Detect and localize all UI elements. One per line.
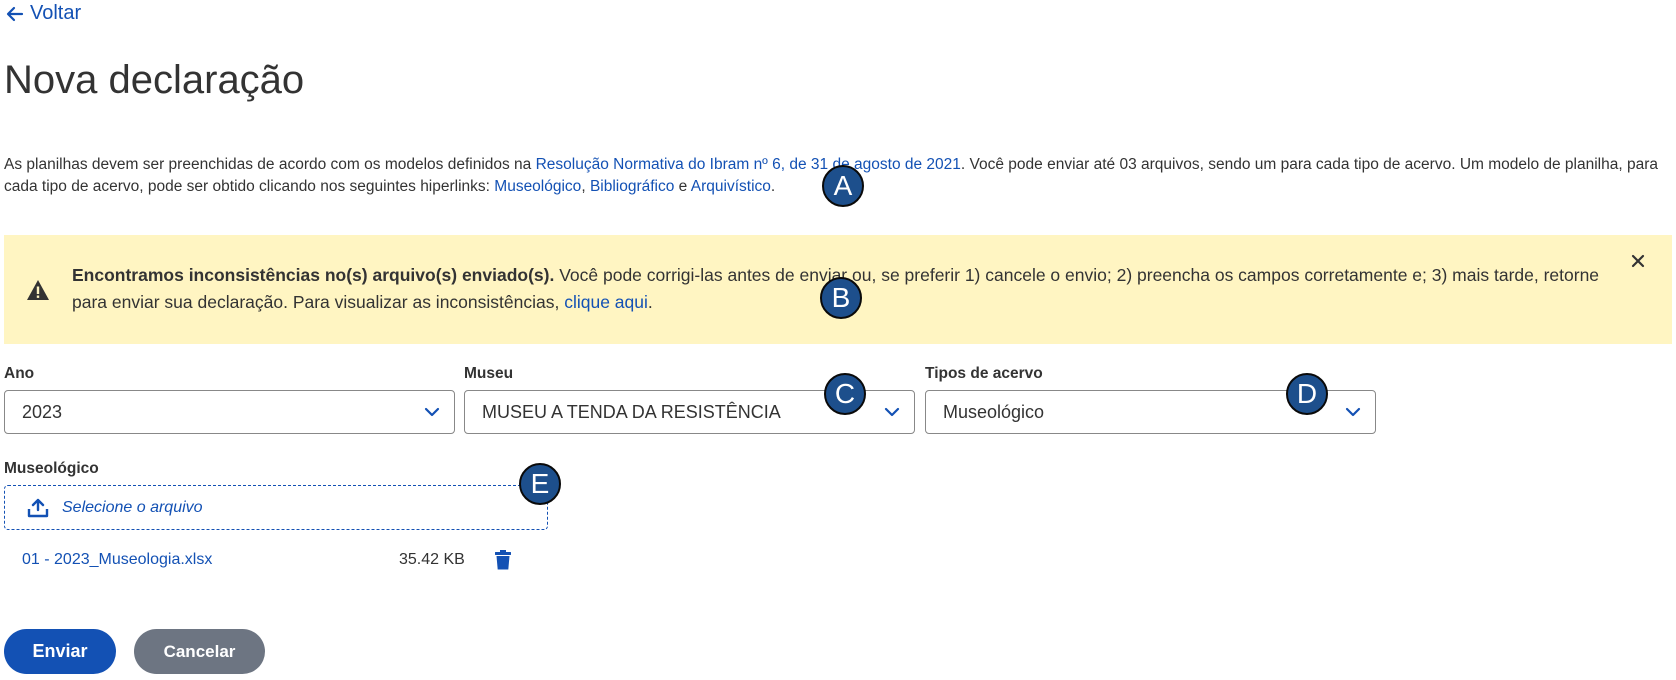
marker-a: A xyxy=(822,165,864,207)
arrow-left-icon xyxy=(6,6,24,21)
submit-button[interactable]: Enviar xyxy=(4,629,116,674)
file-upload-dropzone[interactable]: Selecione o arquivo xyxy=(4,485,548,530)
upload-placeholder: Selecione o arquivo xyxy=(62,498,203,516)
back-link[interactable]: Voltar xyxy=(6,2,81,25)
marker-d: D xyxy=(1286,373,1328,415)
marker-c: C xyxy=(824,373,866,415)
intro-separator-2: e xyxy=(674,178,691,195)
marker-e: E xyxy=(519,463,561,505)
trash-icon[interactable] xyxy=(494,550,512,570)
arquivistico-link[interactable]: Arquivístico xyxy=(691,178,771,195)
museologico-link[interactable]: Museológico xyxy=(494,178,581,195)
tipos-value: Museológico xyxy=(943,401,1045,422)
bibliografico-link[interactable]: Bibliográfico xyxy=(590,178,674,195)
ano-label: Ano xyxy=(4,365,35,382)
back-label: Voltar xyxy=(30,2,82,24)
cancel-button[interactable]: Cancelar xyxy=(134,629,265,674)
page-title: Nova declaração xyxy=(4,58,305,102)
intro-separator-1: , xyxy=(581,178,590,195)
museu-label: Museu xyxy=(464,365,514,382)
chevron-down-icon xyxy=(1345,407,1361,417)
tipos-label: Tipos de acervo xyxy=(925,365,1043,382)
resolution-link[interactable]: Resolução Normativa do Ibram nº 6, de 31… xyxy=(536,156,961,173)
close-icon[interactable] xyxy=(1630,253,1646,269)
intro-text-1: As planilhas devem ser preenchidas de ac… xyxy=(4,156,536,173)
chevron-down-icon xyxy=(884,407,900,417)
museu-value: MUSEU A TENDA DA RESISTÊNCIA xyxy=(482,401,781,422)
upload-label: Museológico xyxy=(4,460,99,477)
intro-text-3: . xyxy=(770,178,776,195)
upload-icon xyxy=(27,498,49,517)
uploaded-file-link[interactable]: 01 - 2023_Museologia.xlsx xyxy=(22,551,212,569)
alert-bold-text: Encontramos inconsistências no(s) arquiv… xyxy=(72,265,555,285)
warning-icon xyxy=(27,280,49,300)
chevron-down-icon xyxy=(424,407,440,417)
marker-b: B xyxy=(820,277,862,319)
ano-value: 2023 xyxy=(22,401,63,422)
ano-select[interactable]: 2023 xyxy=(4,390,455,434)
file-size: 35.42 KB xyxy=(399,551,465,568)
alert-link[interactable]: clique aqui xyxy=(564,292,648,312)
alert-end: . xyxy=(647,292,653,312)
